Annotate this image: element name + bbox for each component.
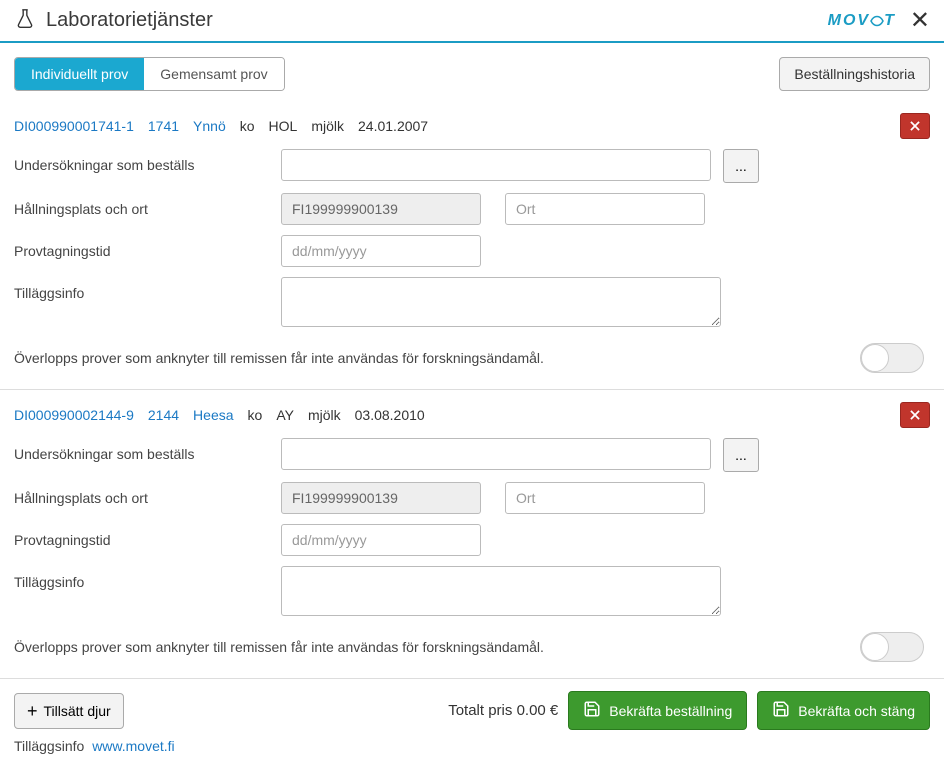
examinations-input[interactable] [281, 438, 711, 470]
sampling-date-input[interactable] [281, 524, 481, 556]
sample-date: 24.01.2007 [358, 118, 428, 134]
flask-icon [14, 8, 36, 33]
page-title: Laboratorietjänster [46, 9, 828, 32]
movet-logo: MOV T [828, 12, 896, 30]
consent-text: Överlopps prover som anknyter till remis… [14, 639, 860, 655]
consent-text: Överlopps prover som anknyter till remis… [14, 350, 860, 366]
examinations-picker-button[interactable]: ... [723, 438, 759, 472]
save-icon [772, 700, 790, 721]
sample-breed: HOL [269, 118, 298, 134]
extra-info-label: Tilläggsinfo [14, 277, 281, 301]
sample-type: mjölk [308, 407, 341, 423]
location-code-input [281, 482, 481, 514]
sampling-time-label: Provtagningstid [14, 524, 281, 548]
confirm-order-button[interactable]: Bekräfta beställning [568, 691, 747, 730]
sampling-time-label: Provtagningstid [14, 235, 281, 259]
order-history-button[interactable]: Beställningshistoria [779, 57, 930, 91]
save-icon [583, 700, 601, 721]
sample-block: DI000990002144-9 2144 Heesa ko AY mjölk … [0, 390, 944, 679]
consent-toggle[interactable] [860, 343, 924, 373]
plus-icon: + [27, 702, 38, 720]
examinations-picker-button[interactable]: ... [723, 149, 759, 183]
location-city-input[interactable] [505, 193, 705, 225]
examinations-label: Undersökningar som beställs [14, 149, 281, 173]
sample-name-link[interactable]: Heesa [193, 407, 233, 423]
sampling-date-input[interactable] [281, 235, 481, 267]
sample-species: ko [248, 407, 263, 423]
sample-id-link[interactable]: DI000990001741-1 [14, 118, 134, 134]
add-animal-button[interactable]: + Tillsätt djur [14, 693, 124, 729]
location-label: Hållningsplats och ort [14, 482, 281, 506]
examinations-label: Undersökningar som beställs [14, 438, 281, 462]
sample-name-link[interactable]: Ynnö [193, 118, 226, 134]
movet-link[interactable]: www.movet.fi [92, 738, 174, 754]
confirm-close-label: Bekräfta och stäng [798, 703, 915, 719]
sample-type: mjölk [311, 118, 344, 134]
delete-sample-button[interactable] [900, 402, 930, 428]
total-price: Totalt pris 0.00 € [448, 702, 558, 719]
delete-sample-button[interactable] [900, 113, 930, 139]
sample-date: 03.08.2010 [355, 407, 425, 423]
sample-id-link[interactable]: DI000990002144-9 [14, 407, 134, 423]
location-city-input[interactable] [505, 482, 705, 514]
extra-info-textarea[interactable] [281, 566, 721, 616]
tab-individual[interactable]: Individuellt prov [15, 58, 144, 90]
consent-toggle[interactable] [860, 632, 924, 662]
sample-shortid-link[interactable]: 1741 [148, 118, 179, 134]
sample-block: DI000990001741-1 1741 Ynnö ko HOL mjölk … [0, 101, 944, 390]
footer-extra-label: Tilläggsinfo [14, 738, 84, 754]
tab-shared[interactable]: Gemensamt prov [144, 58, 283, 90]
sample-species: ko [240, 118, 255, 134]
sample-breed: AY [276, 407, 294, 423]
examinations-input[interactable] [281, 149, 711, 181]
extra-info-label: Tilläggsinfo [14, 566, 281, 590]
sample-shortid-link[interactable]: 2144 [148, 407, 179, 423]
confirm-order-label: Bekräfta beställning [609, 703, 732, 719]
location-code-input [281, 193, 481, 225]
add-animal-label: Tillsätt djur [44, 703, 111, 719]
extra-info-textarea[interactable] [281, 277, 721, 327]
tab-group: Individuellt prov Gemensamt prov [14, 57, 285, 91]
location-label: Hållningsplats och ort [14, 193, 281, 217]
confirm-close-button[interactable]: Bekräfta och stäng [757, 691, 930, 730]
close-icon[interactable]: ✕ [910, 9, 930, 33]
